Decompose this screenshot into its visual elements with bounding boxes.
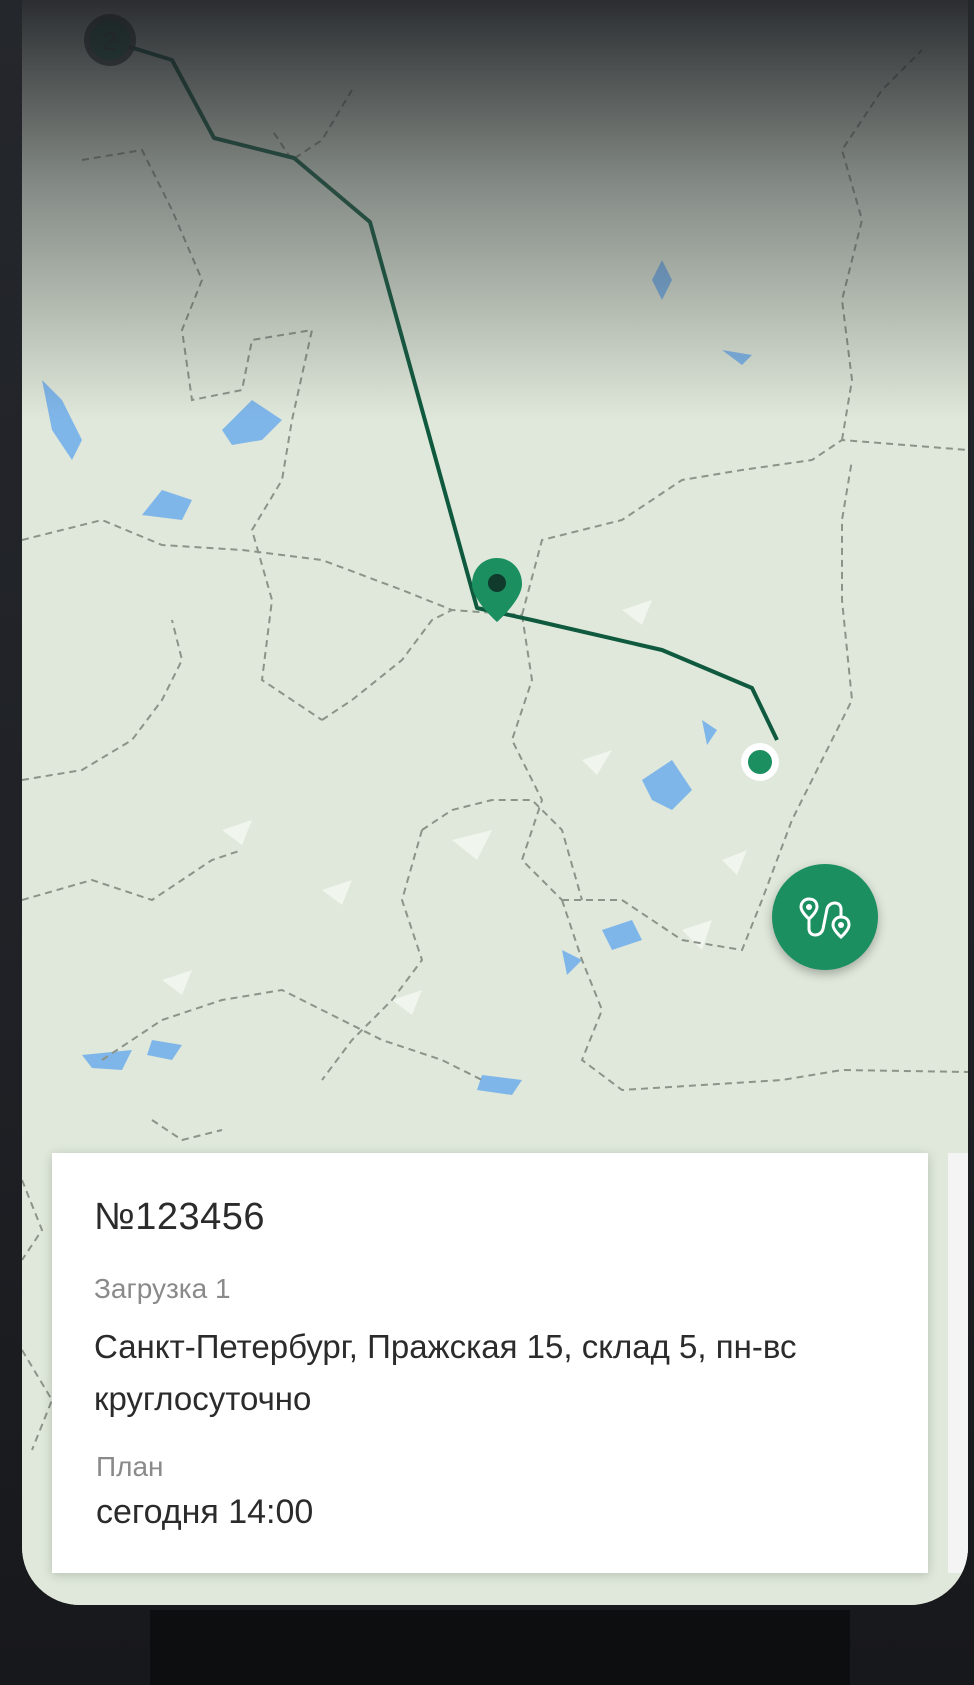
plan-label: План	[96, 1451, 164, 1482]
start-marker[interactable]: 2	[84, 14, 136, 66]
route-icon	[799, 897, 851, 939]
order-number: №123456	[94, 1196, 266, 1238]
route-button[interactable]	[772, 864, 878, 970]
next-card-peek[interactable]	[948, 1153, 968, 1573]
plan-time: сегодня 14:00	[96, 1493, 314, 1531]
destination-dot-icon[interactable]	[741, 743, 779, 781]
device-bottom-bezel	[150, 1610, 850, 1685]
stop-address: Санкт-Петербург, Пражская 15, склад 5, п…	[94, 1328, 797, 1417]
start-marker-number: 2	[103, 26, 117, 56]
order-card[interactable]: №123456 Загрузка 1 Санкт-Петербург, Праж…	[52, 1153, 928, 1573]
stop-label: Загрузка 1	[94, 1273, 231, 1304]
map-screen[interactable]: 2 №123456 Загрузка 1 Санкт-Петербург, Пр…	[22, 0, 968, 1605]
